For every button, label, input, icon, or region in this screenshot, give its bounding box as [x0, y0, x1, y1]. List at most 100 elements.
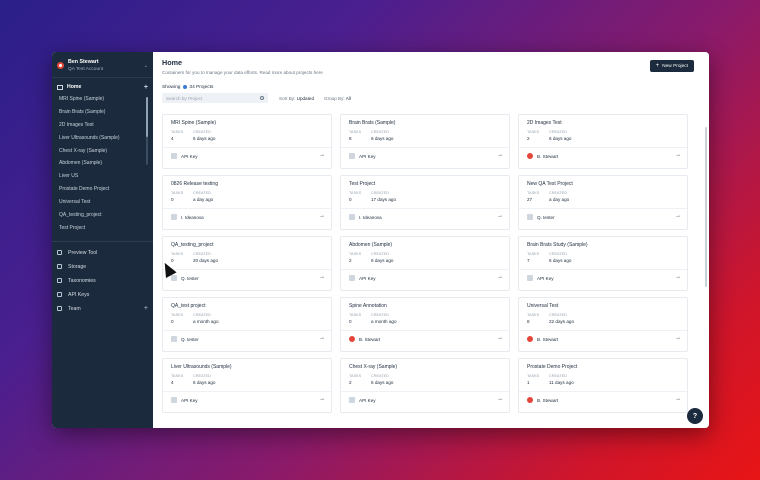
project-card[interactable]: New QA Test Project TASKS CREATED 27 a day a… — [518, 175, 688, 230]
project-card[interactable]: Spine Annotation TASKS CREATED 0 a month ago… — [340, 297, 510, 352]
showing-count: Showing 34 Projects — [162, 84, 214, 90]
divider — [519, 208, 687, 209]
team-icon — [57, 306, 62, 312]
sidebar-project-item[interactable]: Prostate Demo Project — [59, 183, 153, 196]
sidebar-project-item[interactable]: Test Project — [59, 222, 153, 235]
card-meta-values: 4 6 days ago — [171, 380, 215, 385]
project-owner: Q. tester — [171, 275, 199, 281]
card-meta-labels: TASKS CREATED — [527, 191, 567, 195]
add-icon[interactable]: + — [144, 305, 148, 312]
task-count: 0 — [171, 197, 174, 202]
task-count: 7 — [527, 258, 530, 263]
sort-by-dropdown[interactable]: Sort By: Updated — [279, 96, 314, 101]
project-card[interactable]: Test Project TASKS CREATED 0 17 days ago I. I… — [340, 175, 510, 230]
created-date: 17 days ago — [371, 197, 397, 202]
task-count: 8 — [349, 136, 352, 141]
key-icon — [349, 275, 355, 281]
card-meta-values: 0 20 days ago — [171, 258, 218, 263]
group-by-dropdown[interactable]: Group By: All — [324, 96, 351, 101]
read-more-link[interactable]: here — [314, 70, 323, 75]
divider — [163, 147, 331, 148]
card-meta-values: 27 a day ago — [527, 197, 569, 202]
sidebar-item-storage[interactable]: Storage — [52, 260, 153, 274]
account-switcher[interactable]: Ben Stewart QA Test Account ⌄ — [52, 52, 153, 78]
task-count: 27 — [527, 197, 533, 202]
divider — [341, 208, 509, 209]
sidebar: Ben Stewart QA Test Account ⌄ Home + MRI… — [52, 52, 153, 428]
add-project-icon[interactable]: + — [144, 84, 148, 91]
main-scrollbar[interactable] — [705, 127, 707, 287]
sidebar-project-item[interactable]: Chest X-ray (Sample) — [59, 145, 153, 158]
arrow-right-icon[interactable]: → — [319, 335, 325, 341]
task-count: 4 — [171, 380, 174, 385]
arrow-right-icon[interactable]: → — [319, 213, 325, 219]
project-card[interactable]: 0826 Release testing TASKS CREATED 0 a day a… — [162, 175, 332, 230]
storage-icon — [57, 264, 62, 270]
new-project-button[interactable]: + New Project — [649, 60, 694, 72]
project-card[interactable]: Universal Test TASKS CREATED 8 22 days ago B.… — [518, 297, 688, 352]
help-button[interactable]: ? — [687, 408, 703, 424]
account-logo-icon — [57, 62, 64, 69]
card-meta-values: 2 6 days ago — [527, 136, 571, 141]
search-icon[interactable] — [260, 96, 264, 100]
card-meta-labels: TASKS CREATED — [349, 191, 389, 195]
arrow-right-icon[interactable]: → — [497, 152, 503, 158]
sidebar-project-item[interactable]: 2D Images Test — [59, 119, 153, 132]
sidebar-project-item[interactable]: QA_testing_project — [59, 209, 153, 222]
card-meta-values: 2 6 days ago — [349, 380, 393, 385]
sidebar-item-api-keys[interactable]: API Keys — [52, 288, 153, 302]
arrow-right-icon[interactable]: → — [497, 335, 503, 341]
project-title: QA_test project — [171, 303, 206, 309]
card-meta-values: 4 6 days ago — [171, 136, 215, 141]
project-card[interactable]: QA_test project TASKS CREATED 0 a month ago Q… — [162, 297, 332, 352]
sidebar-item-taxonomies[interactable]: Taxonomies — [52, 274, 153, 288]
created-date: 6 days ago — [371, 136, 394, 141]
arrow-right-icon[interactable]: → — [675, 335, 681, 341]
key-icon — [349, 214, 355, 220]
sidebar-project-item[interactable]: MRI Spine (Sample) — [59, 93, 153, 106]
search-input[interactable]: Search by Project — [162, 93, 268, 103]
project-card[interactable]: MRI Spine (Sample) TASKS CREATED 4 6 days ag… — [162, 114, 332, 169]
arrow-right-icon[interactable]: → — [319, 396, 325, 402]
project-owner: Q. tester — [527, 214, 555, 220]
card-meta-labels: TASKS CREATED — [349, 252, 389, 256]
arrow-right-icon[interactable]: → — [319, 274, 325, 280]
project-card[interactable]: Liver Ultrasounds (Sample) TASKS CREATED 4 6… — [162, 358, 332, 413]
sidebar-scrollbar[interactable] — [146, 97, 148, 165]
sidebar-item-label: Home — [67, 84, 82, 90]
sidebar-project-item[interactable]: Liver US — [59, 170, 153, 183]
project-card[interactable]: Brain Brats (Sample) TASKS CREATED 8 6 days … — [340, 114, 510, 169]
sidebar-project-item[interactable]: Universal Test — [59, 196, 153, 209]
card-meta-values: 1 11 days ago — [527, 380, 574, 385]
arrow-right-icon[interactable]: → — [319, 152, 325, 158]
task-count: 0 — [349, 319, 352, 324]
sidebar-project-item[interactable]: Brain Brats (Sample) — [59, 106, 153, 119]
arrow-right-icon[interactable]: → — [675, 274, 681, 280]
project-card[interactable]: QA_testing_project TASKS CREATED 0 20 days a… — [162, 236, 332, 291]
sidebar-project-item[interactable]: Abdomen (Sample) — [59, 157, 153, 170]
arrow-right-icon[interactable]: → — [675, 152, 681, 158]
arrow-right-icon[interactable]: → — [497, 396, 503, 402]
arrow-right-icon[interactable]: → — [675, 396, 681, 402]
arrow-right-icon[interactable]: → — [497, 274, 503, 280]
sidebar-item-team[interactable]: Team + — [52, 302, 153, 316]
project-card[interactable]: Abdomen (Sample) TASKS CREATED 2 6 days ago A… — [340, 236, 510, 291]
project-card[interactable]: 2D Images Test TASKS CREATED 2 6 days ago B. … — [518, 114, 688, 169]
sidebar-item-home[interactable]: Home + — [52, 81, 153, 93]
arrow-right-icon[interactable]: → — [675, 213, 681, 219]
project-card[interactable]: Prostate Demo Project TASKS CREATED 1 11 day… — [518, 358, 688, 413]
created-date: 6 days ago — [371, 380, 394, 385]
project-title: MRI Spine (Sample) — [171, 120, 217, 126]
task-count: 1 — [527, 380, 530, 385]
card-meta-labels: TASKS CREATED — [171, 313, 211, 317]
project-owner: I. Ideanova — [171, 214, 204, 220]
sidebar-item-label: Team — [68, 305, 81, 312]
created-date: 22 days ago — [549, 319, 575, 324]
sidebar-item-preview-tool[interactable]: Preview Tool — [52, 246, 153, 260]
arrow-right-icon[interactable]: → — [497, 213, 503, 219]
sidebar-scrollbar-thumb[interactable] — [146, 97, 148, 137]
project-card[interactable]: Brain Brats Study (Sample) TASKS CREATED 7 6… — [518, 236, 688, 291]
sidebar-project-item[interactable]: Liver Ultrasounds (Sample) — [59, 132, 153, 145]
project-card[interactable]: Chest X-ray (Sample) TASKS CREATED 2 6 days … — [340, 358, 510, 413]
project-owner: API Key — [171, 153, 198, 159]
